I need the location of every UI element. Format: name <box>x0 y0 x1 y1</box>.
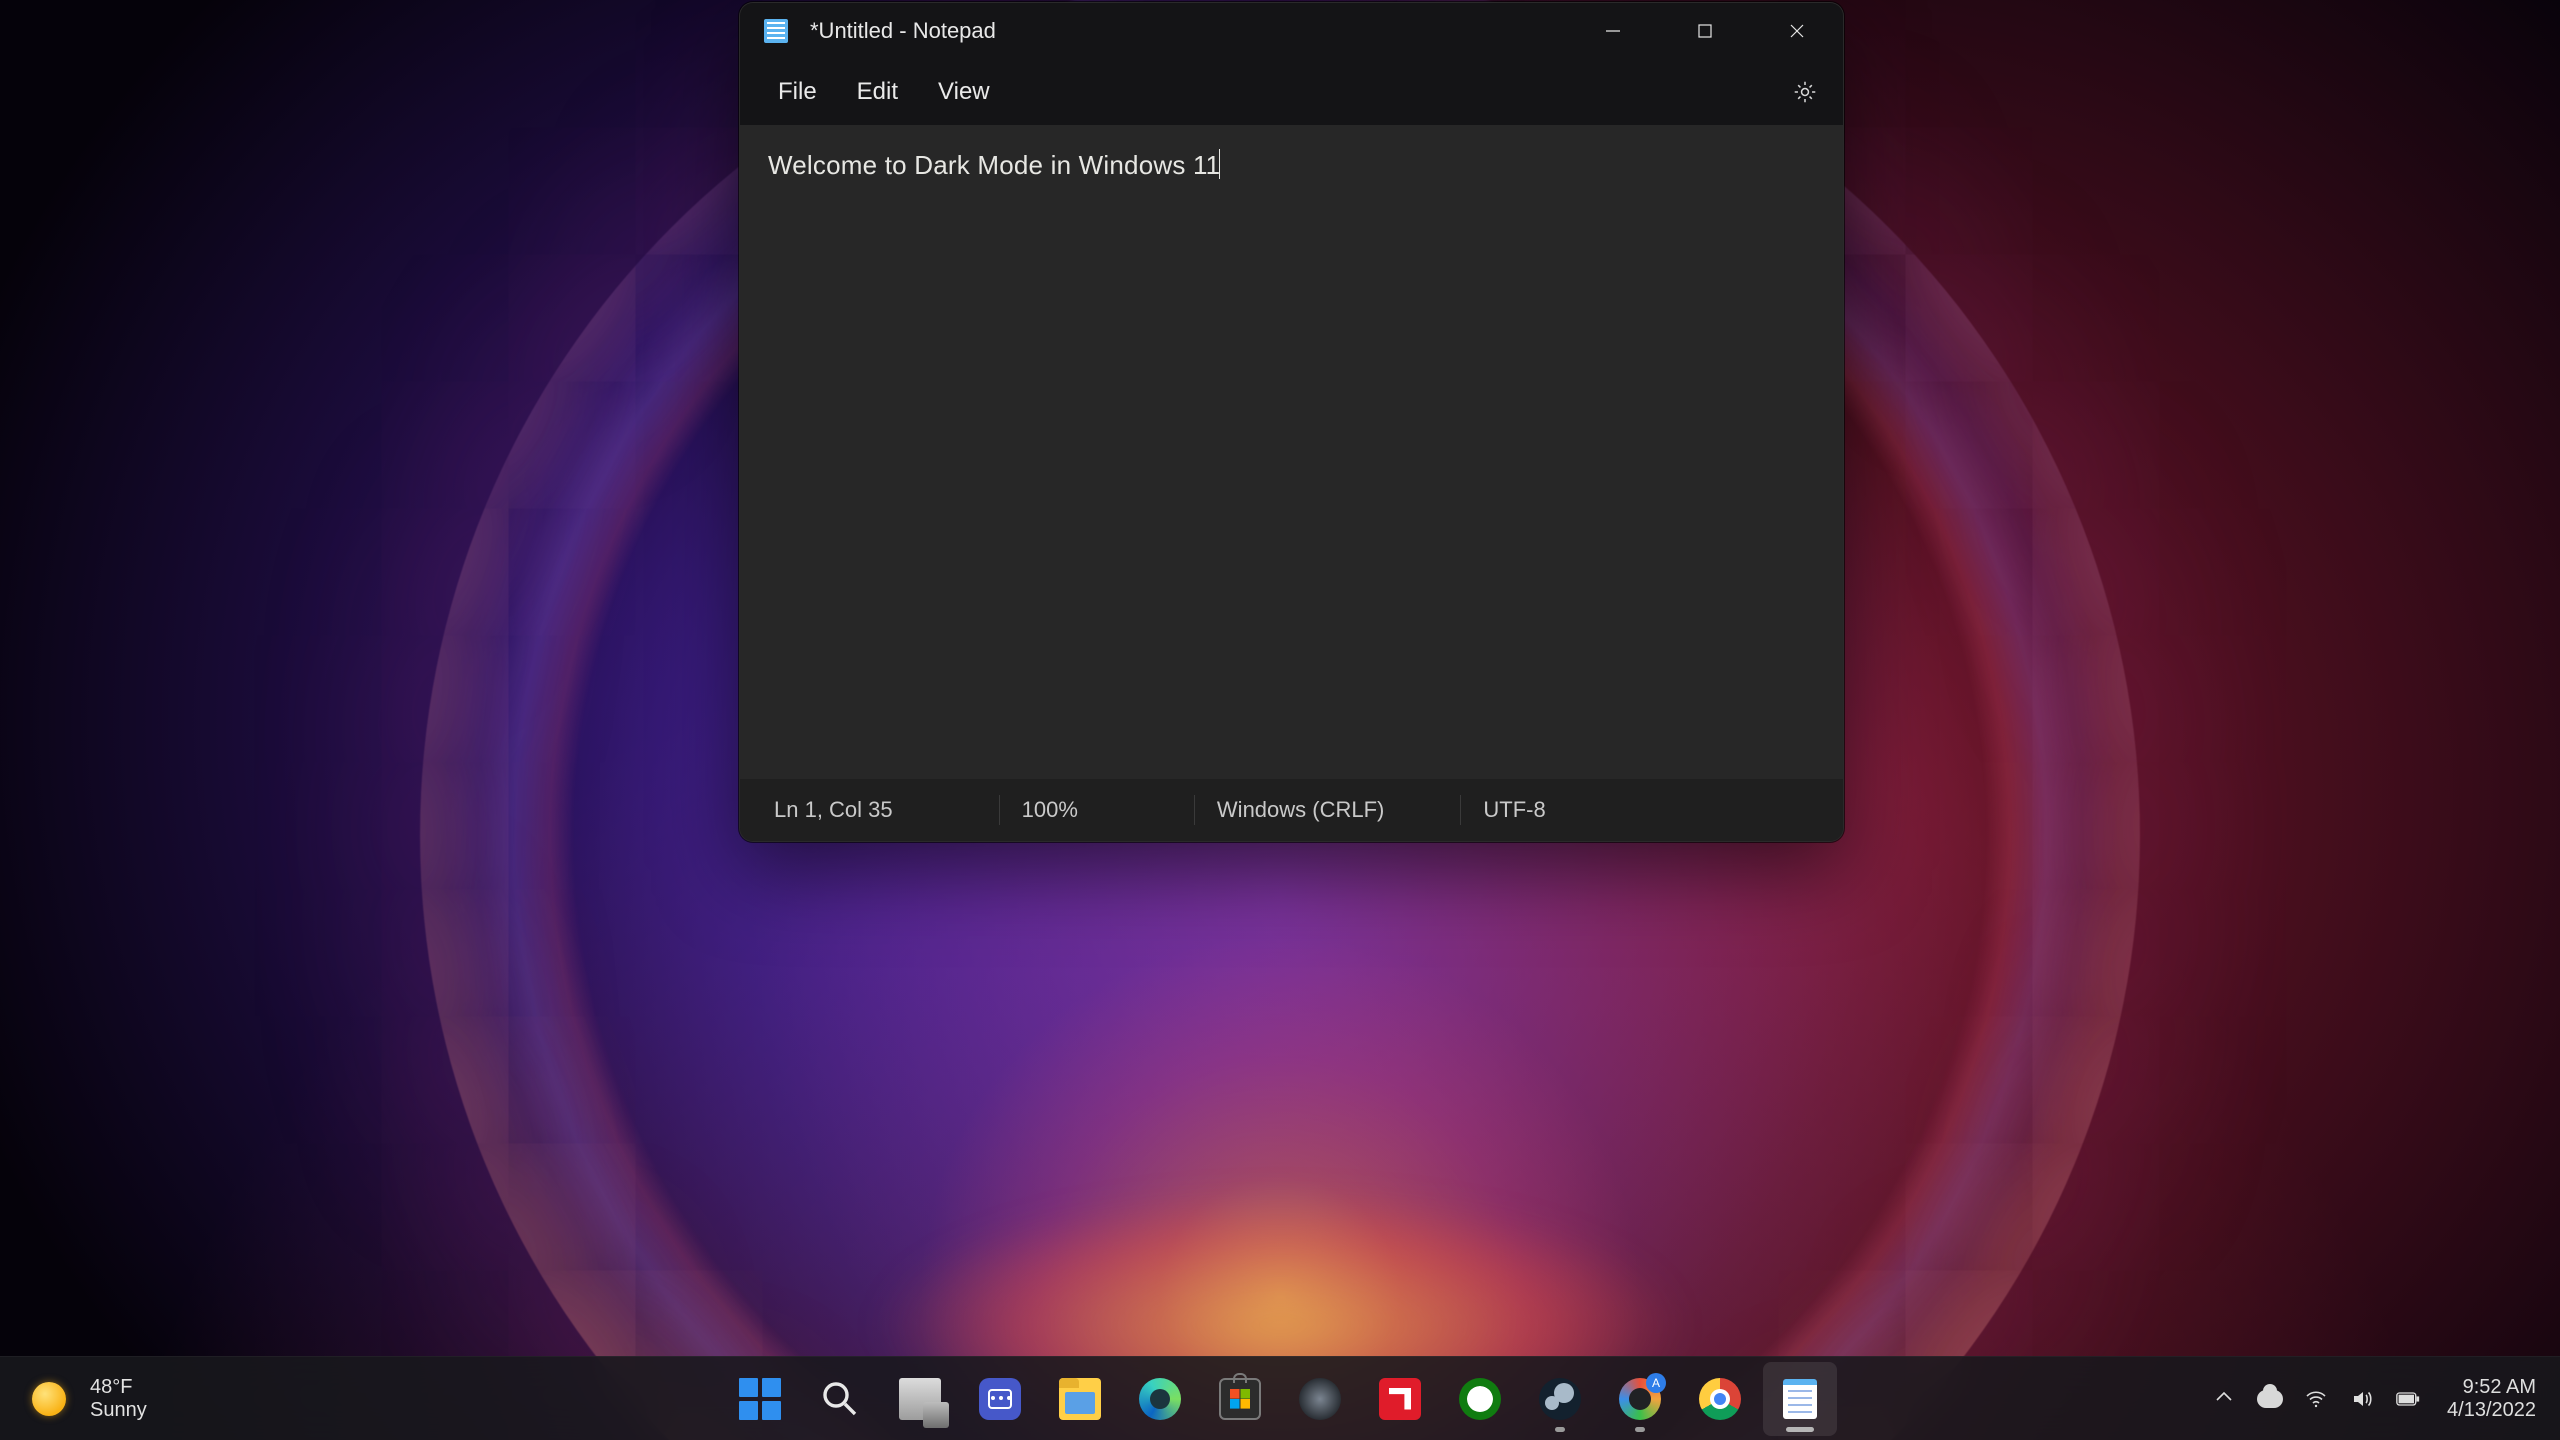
start-button[interactable] <box>723 1362 797 1436</box>
status-cursor-position: Ln 1, Col 35 <box>774 797 919 823</box>
edge-canary-icon: A <box>1619 1378 1661 1420</box>
xbox-button[interactable] <box>1443 1362 1517 1436</box>
taskbar-tray: 9:52 AM 4/13/2022 <box>2211 1376 2546 1422</box>
search-icon <box>819 1378 861 1420</box>
text-editor[interactable]: Welcome to Dark Mode in Windows 11 <box>740 125 1843 779</box>
gear-icon <box>1792 79 1818 105</box>
file-explorer-button[interactable] <box>1043 1362 1117 1436</box>
wifi-tray[interactable] <box>2303 1386 2329 1412</box>
taskbar: 48°F Sunny A <box>0 1356 2560 1440</box>
notepad-app-icon <box>764 19 788 43</box>
chat-icon <box>979 1378 1021 1420</box>
chrome-icon <box>1699 1378 1741 1420</box>
clock-date: 4/13/2022 <box>2447 1399 2536 1422</box>
obs-icon <box>1299 1378 1341 1420</box>
onedrive-tray[interactable] <box>2257 1386 2283 1412</box>
menubar: File Edit View <box>740 59 1843 125</box>
tray-overflow-button[interactable] <box>2211 1384 2237 1410</box>
amd-button[interactable] <box>1363 1362 1437 1436</box>
text-caret <box>1219 149 1220 179</box>
status-encoding: UTF-8 <box>1483 797 1571 823</box>
wifi-icon <box>2304 1387 2328 1411</box>
chevron-up-icon <box>2212 1385 2236 1409</box>
close-button[interactable] <box>1751 3 1843 59</box>
sun-icon <box>32 1382 66 1416</box>
update-badge: A <box>1646 1373 1666 1393</box>
notepad-icon <box>1783 1379 1817 1419</box>
steam-icon <box>1539 1378 1581 1420</box>
chrome-button[interactable] <box>1683 1362 1757 1436</box>
store-icon <box>1219 1378 1261 1420</box>
desktop[interactable]: *Untitled - Notepad File Edit View <box>0 0 2560 1440</box>
edge-icon <box>1139 1378 1181 1420</box>
notepad-window: *Untitled - Notepad File Edit View <box>739 2 1844 842</box>
editor-content: Welcome to Dark Mode in Windows 11 <box>768 150 1220 180</box>
folder-icon <box>1059 1378 1101 1420</box>
weather-temp: 48°F <box>90 1376 147 1399</box>
window-title: *Untitled - Notepad <box>810 18 996 44</box>
edge-canary-button[interactable]: A <box>1603 1362 1677 1436</box>
taskbar-center: A <box>723 1357 1837 1440</box>
speaker-icon <box>2350 1387 2374 1411</box>
cloud-icon <box>2257 1390 2283 1408</box>
clock-time: 9:52 AM <box>2447 1376 2536 1399</box>
taskview-icon <box>899 1378 941 1420</box>
battery-tray[interactable] <box>2395 1386 2421 1412</box>
maximize-button[interactable] <box>1659 3 1751 59</box>
battery-icon <box>2396 1387 2420 1411</box>
taskbar-weather-widget[interactable]: 48°F Sunny <box>14 1376 147 1422</box>
status-zoom: 100% <box>1022 797 1104 823</box>
menu-view[interactable]: View <box>918 66 1010 118</box>
amd-icon <box>1379 1378 1421 1420</box>
titlebar[interactable]: *Untitled - Notepad <box>740 3 1843 59</box>
weather-condition: Sunny <box>90 1399 147 1422</box>
menu-file[interactable]: File <box>758 66 837 118</box>
volume-tray[interactable] <box>2349 1386 2375 1412</box>
search-button[interactable] <box>803 1362 877 1436</box>
taskbar-clock[interactable]: 9:52 AM 4/13/2022 <box>2447 1376 2536 1422</box>
notepad-taskbar-button[interactable] <box>1763 1362 1837 1436</box>
steam-button[interactable] <box>1523 1362 1597 1436</box>
statusbar: Ln 1, Col 35 100% Windows (CRLF) UTF-8 <box>740 779 1843 841</box>
taskview-button[interactable] <box>883 1362 957 1436</box>
store-button[interactable] <box>1203 1362 1277 1436</box>
obs-button[interactable] <box>1283 1362 1357 1436</box>
minimize-button[interactable] <box>1567 3 1659 59</box>
settings-button[interactable] <box>1779 66 1831 118</box>
windows-icon <box>739 1378 781 1420</box>
chat-button[interactable] <box>963 1362 1037 1436</box>
edge-button[interactable] <box>1123 1362 1197 1436</box>
menu-edit[interactable]: Edit <box>837 66 918 118</box>
xbox-icon <box>1459 1378 1501 1420</box>
status-line-ending: Windows (CRLF) <box>1217 797 1410 823</box>
